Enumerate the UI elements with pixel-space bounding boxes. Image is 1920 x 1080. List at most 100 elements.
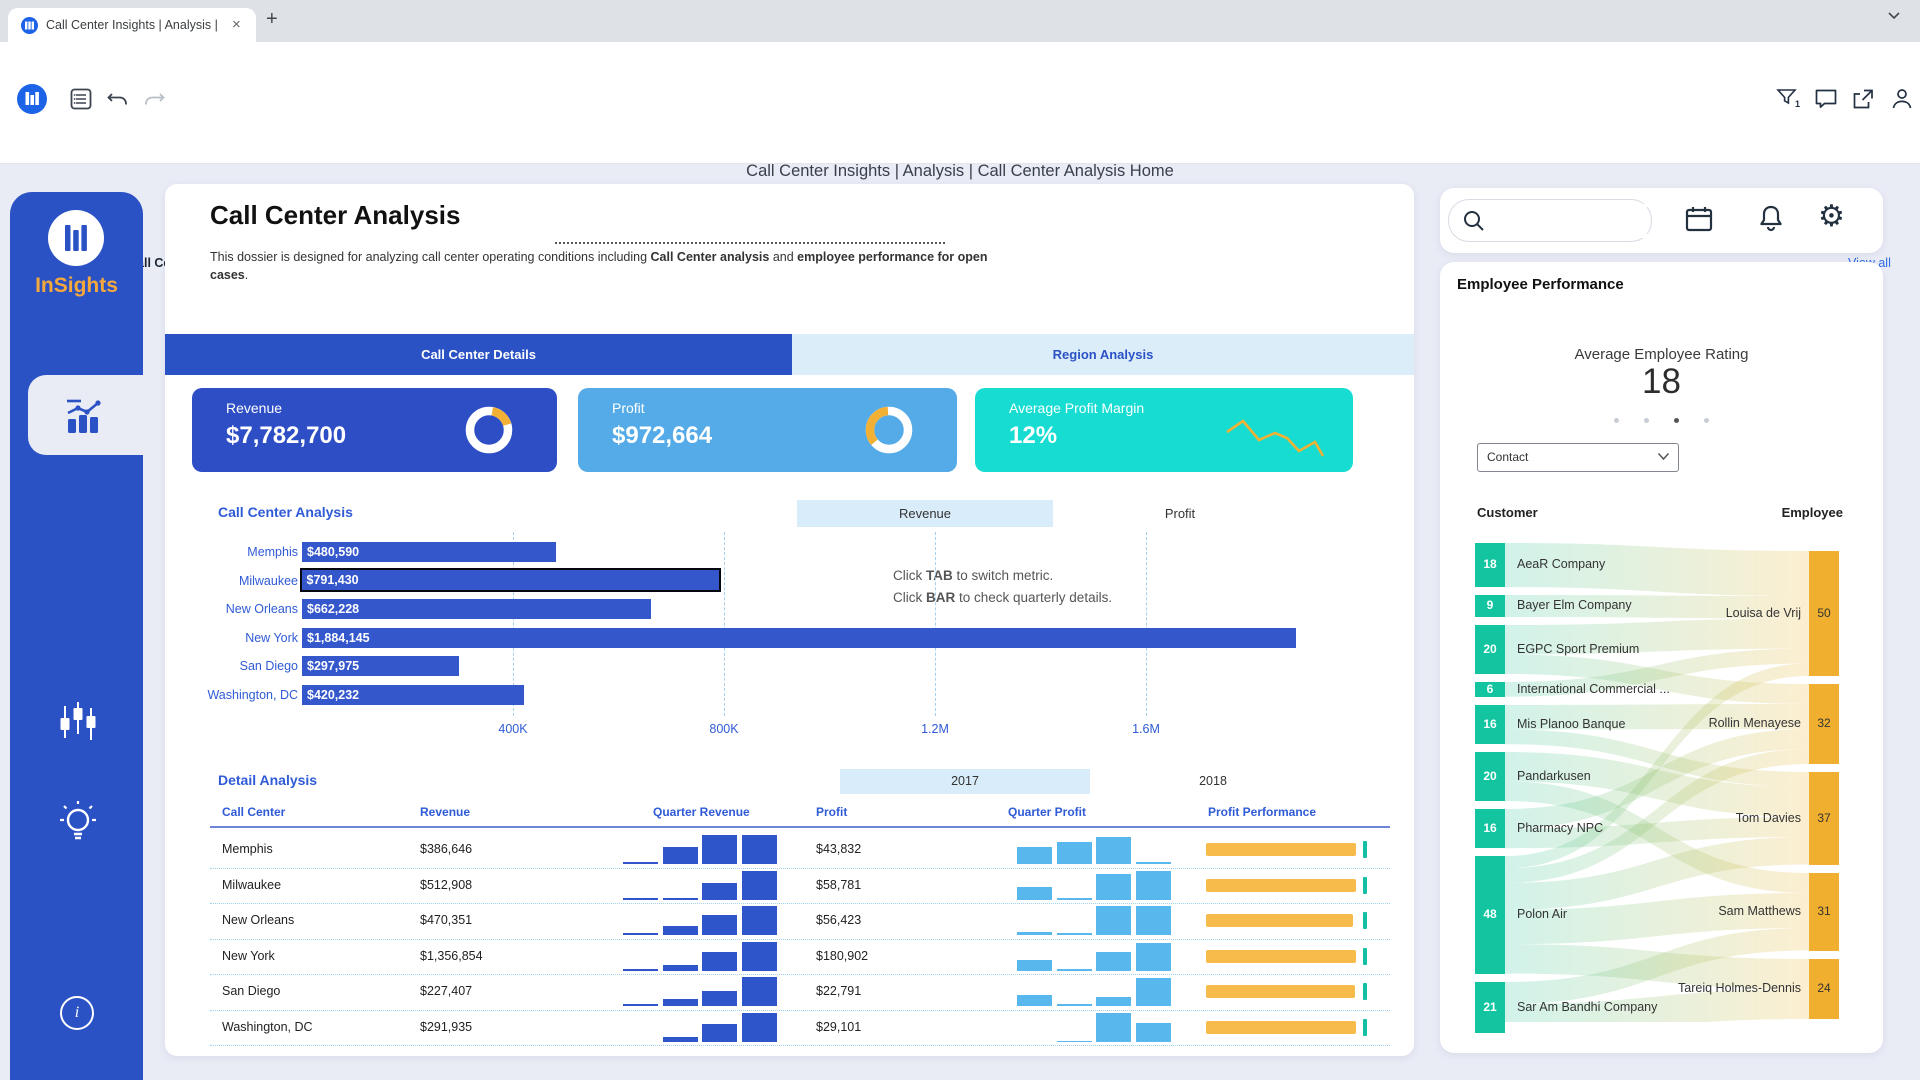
sankey-employee-value: 31 (1809, 904, 1839, 918)
rating-dot-active[interactable] (1674, 418, 1679, 423)
settings-gear-icon[interactable]: ⚙ (1818, 200, 1845, 234)
cell-profit-performance-bar (1206, 843, 1356, 856)
toc-list-icon[interactable] (70, 88, 92, 110)
mini-bar (1017, 847, 1052, 864)
mini-bar (663, 999, 698, 1006)
rating-dot[interactable] (1614, 418, 1619, 423)
favicon-microstrategy-icon (21, 17, 38, 34)
rating-dot[interactable] (1644, 418, 1649, 423)
mini-bar (742, 871, 777, 900)
sankey-customer-label: Pharmacy NPC (1517, 821, 1603, 835)
mini-bar (1057, 933, 1092, 935)
cell-quarter-profit (1010, 905, 1170, 935)
mini-bar (1136, 862, 1171, 864)
mini-bar (1057, 1004, 1092, 1006)
table-row: Washington, DC$291,935$29,101 (210, 1010, 1390, 1047)
sankey-employee-label: Sam Matthews (1631, 904, 1801, 918)
search-card: ⚙ (1440, 188, 1883, 253)
sankey-customer-value: 16 (1475, 821, 1505, 835)
sankey-customer-label: AeaR Company (1517, 557, 1605, 571)
cell-call-center: Washington, DC (222, 1010, 313, 1046)
cell-quarter-profit (1010, 834, 1170, 864)
cell-quarter-revenue (616, 905, 776, 935)
mini-bar (702, 952, 737, 971)
mini-bar (1096, 952, 1131, 971)
mini-bar (1096, 997, 1131, 1006)
combo-chart-icon[interactable] (62, 393, 106, 437)
info-icon[interactable]: i (60, 996, 94, 1030)
sankey-customer-value: 6 (1475, 682, 1505, 696)
cell-revenue: $1,356,854 (420, 939, 483, 975)
sankey-employee-value: 24 (1809, 981, 1839, 995)
sankey-customer-label: Polon Air (1517, 907, 1567, 921)
column-header-profit-performance: Profit Performance (1208, 805, 1316, 819)
mini-bar (663, 965, 698, 971)
lightbulb-icon[interactable] (56, 800, 100, 844)
mini-bar (1096, 1013, 1131, 1042)
app-toolbar: Call Center Insights | Analysis | Call C… (0, 74, 1920, 123)
mini-bar (1096, 906, 1131, 935)
insights-logo-icon[interactable] (48, 210, 104, 266)
tab-search-chevron-icon[interactable] (1888, 12, 1900, 20)
mstr-logo-icon[interactable] (16, 83, 48, 115)
mini-bar (702, 991, 737, 1006)
cell-revenue: $227,407 (420, 974, 472, 1010)
rating-dot[interactable] (1704, 418, 1709, 423)
dossier-title: Call Center Insights | Analysis | Call C… (560, 162, 1360, 181)
mini-bar (702, 883, 737, 900)
svg-text:1: 1 (1795, 99, 1800, 109)
tab-close-icon[interactable]: × (232, 16, 241, 33)
sankey-customer-label: Pandarkusen (1517, 769, 1591, 783)
cell-profit: $58,781 (816, 868, 861, 904)
sankey-customer-value: 20 (1475, 642, 1505, 656)
mini-bar (1136, 1023, 1171, 1042)
share-icon[interactable] (1851, 87, 1877, 111)
sankey-flow (1505, 752, 1809, 817)
mini-bar (702, 1024, 737, 1042)
dossier-page: Call Center Analysis This dossier is des… (165, 184, 1414, 1056)
mini-bar (702, 835, 737, 864)
filter-funnel-icon[interactable]: 1 (1776, 87, 1802, 111)
column-header-revenue: Revenue (420, 805, 470, 819)
comment-icon[interactable] (1814, 88, 1838, 110)
cell-call-center: San Diego (222, 974, 280, 1010)
sankey-employee-value: 32 (1809, 716, 1839, 730)
cell-quarter-profit (1010, 870, 1170, 900)
mini-bar (1017, 932, 1052, 935)
employee-performance-card: Employee Performance Average Employee Ra… (1440, 262, 1883, 1053)
sankey-customer-value: 21 (1475, 1000, 1505, 1014)
mini-bar (1057, 842, 1092, 864)
search-input[interactable] (1493, 204, 1647, 238)
mini-bar (623, 969, 658, 971)
profit-performance-tick (1363, 1019, 1367, 1036)
new-tab-button[interactable]: + (266, 8, 278, 31)
mini-bar (1136, 906, 1171, 935)
profit-performance-tick (1363, 948, 1367, 965)
cell-profit: $22,791 (816, 974, 861, 1010)
cell-revenue: $291,935 (420, 1010, 472, 1046)
undo-icon[interactable] (106, 88, 130, 110)
sankey-employee-value: 37 (1809, 811, 1839, 825)
account-icon[interactable] (1891, 87, 1913, 111)
table-row: New York$1,356,854$180,902 (210, 939, 1390, 976)
tab-title: Call Center Insights | Analysis | (46, 18, 224, 32)
cell-profit: $43,832 (816, 832, 861, 868)
search-box[interactable] (1448, 199, 1652, 242)
sankey-employee-label: Tom Davies (1631, 811, 1801, 825)
sankey-customer-label: Mis Planoo Banque (1517, 717, 1625, 731)
candlestick-chart-icon[interactable] (56, 700, 100, 744)
sankey-customer-label: EGPC Sport Premium (1517, 642, 1639, 656)
mini-bar (1057, 898, 1092, 900)
notifications-bell-icon[interactable] (1756, 203, 1786, 235)
column-header-quarter-profit: Quarter Profit (1008, 805, 1086, 819)
sankey-customer-value: 20 (1475, 769, 1505, 783)
mini-bar (623, 933, 658, 935)
calendar-icon[interactable] (1684, 204, 1714, 234)
redo-icon[interactable] (142, 88, 166, 110)
browser-tab[interactable]: Call Center Insights | Analysis | × (8, 8, 256, 42)
mini-bar (663, 898, 698, 900)
sankey-customer-label: Sar Am Bandhi Company (1517, 1000, 1657, 1014)
table-row: New Orleans$470,351$56,423 (210, 903, 1390, 940)
mini-bar (742, 977, 777, 1006)
profit-performance-tick (1363, 983, 1367, 1000)
